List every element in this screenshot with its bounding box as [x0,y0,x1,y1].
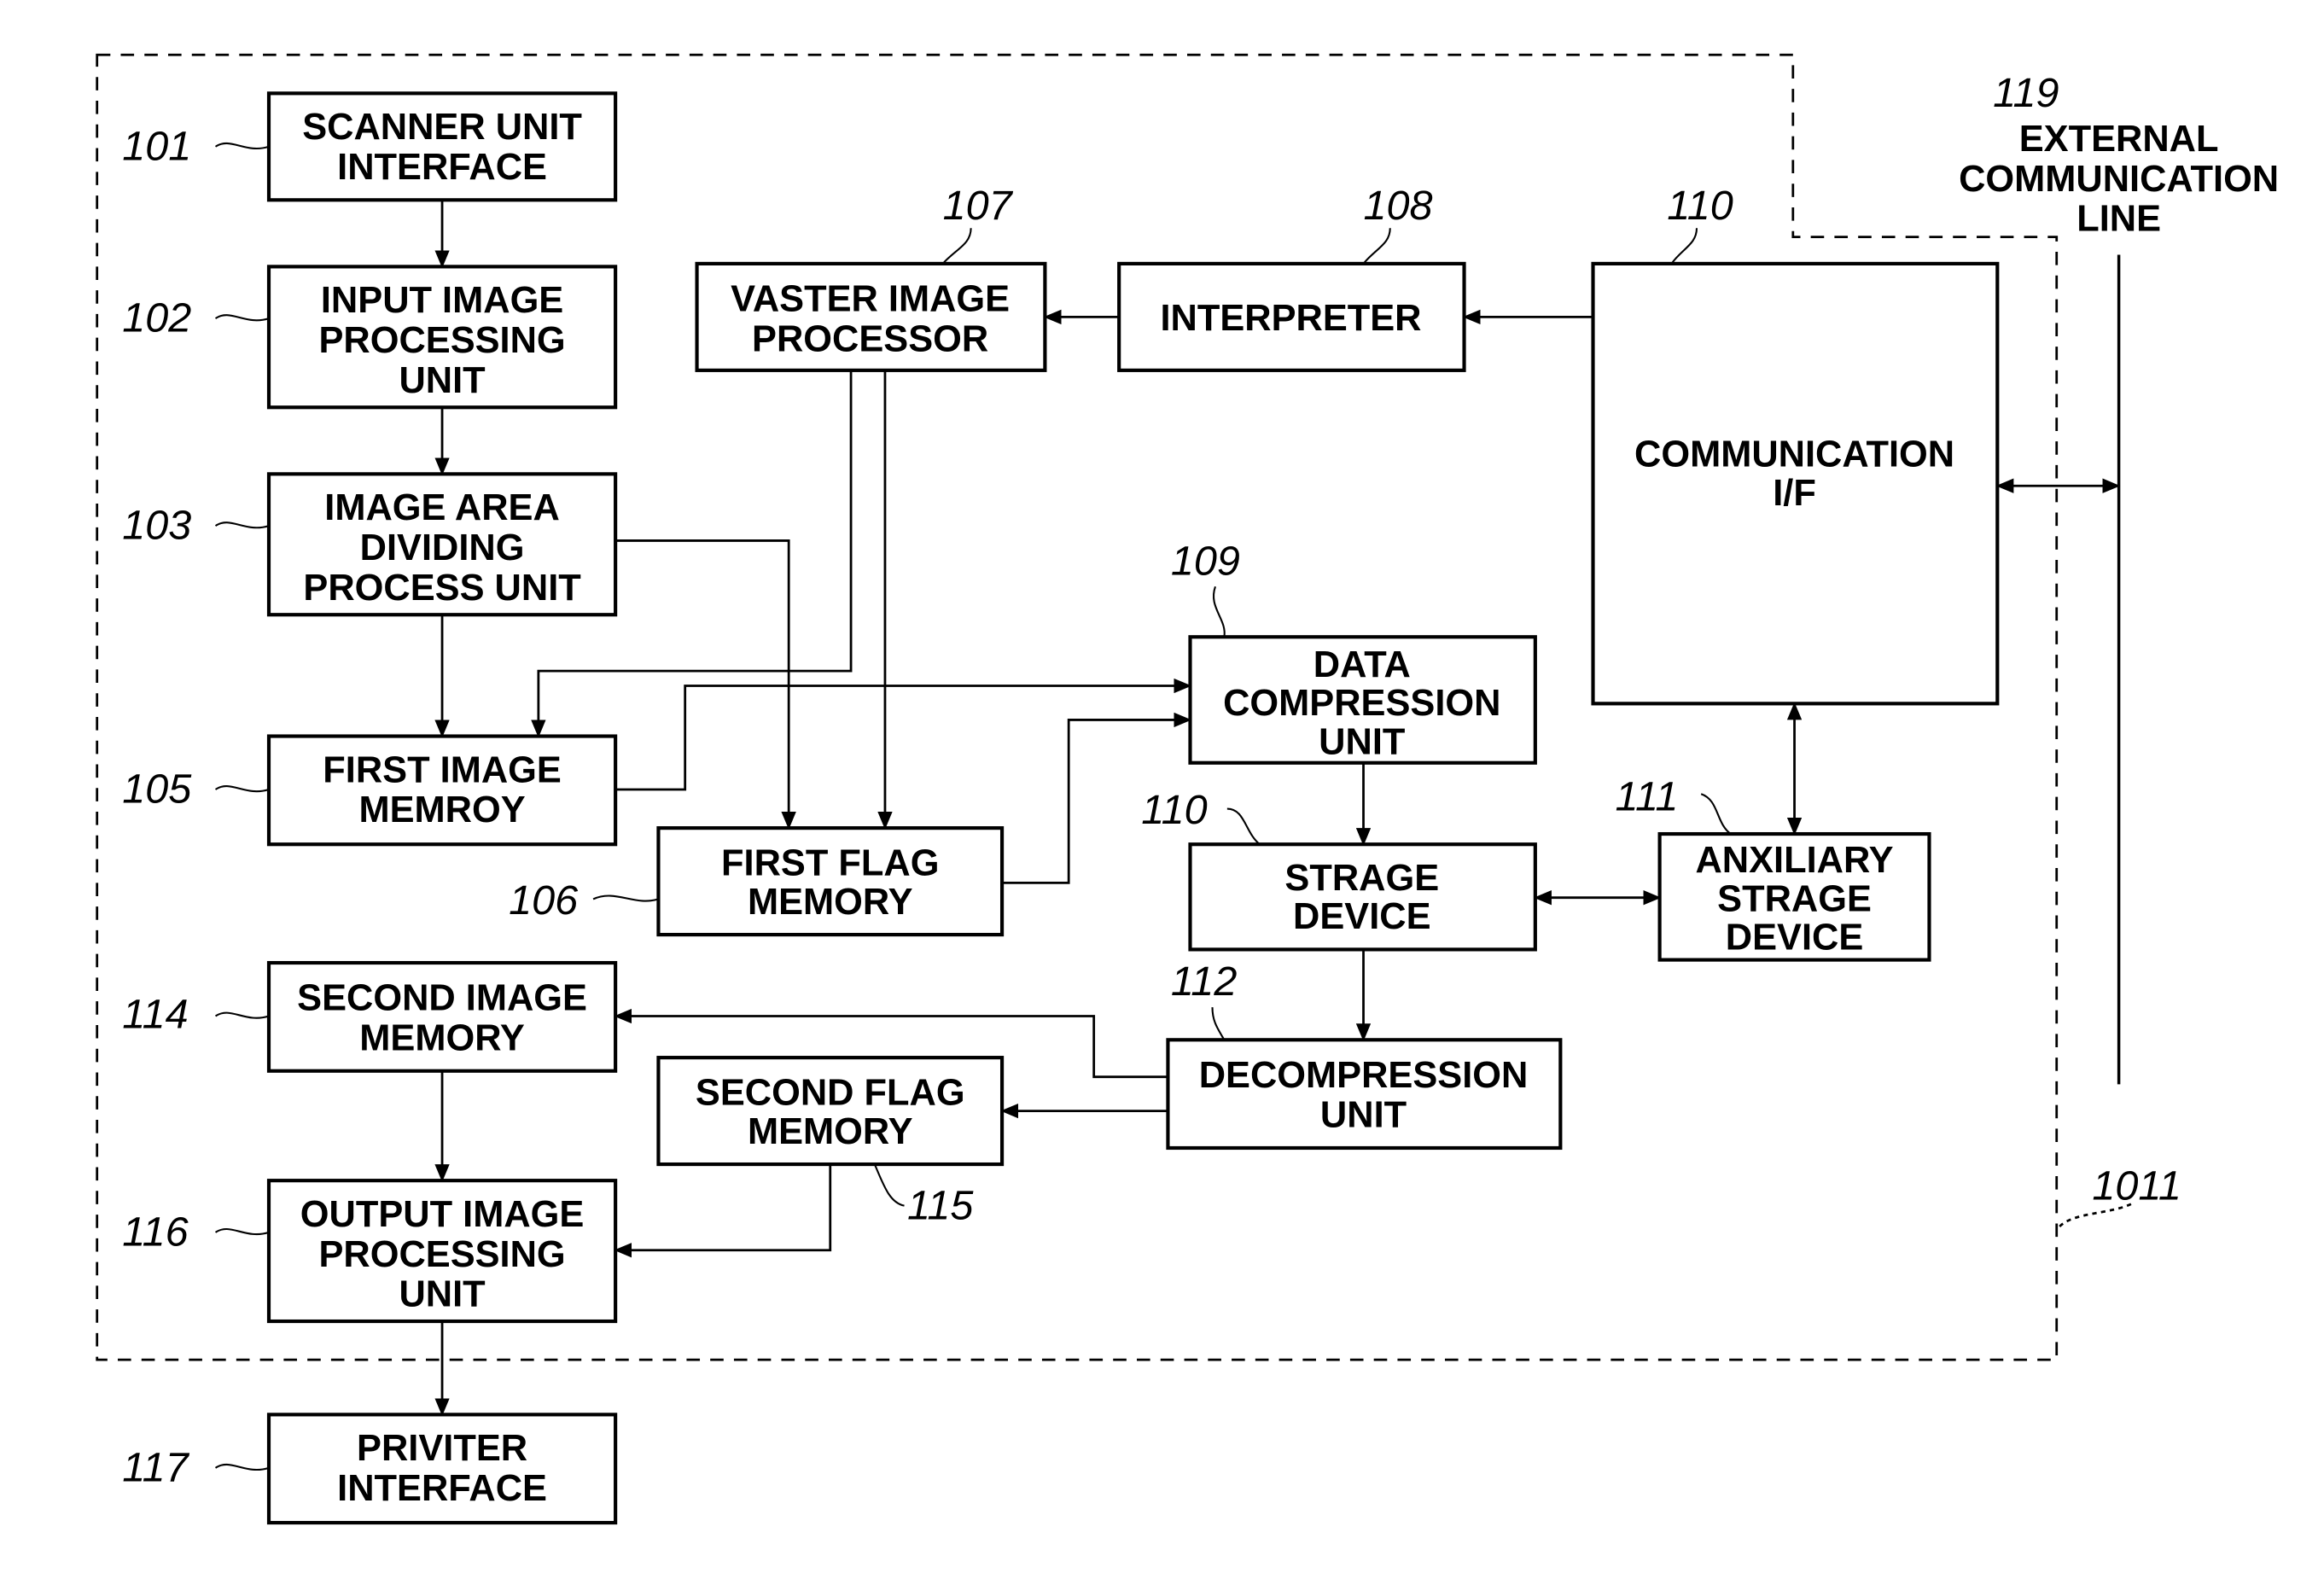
block-label-line: PROCESSING [318,320,565,361]
block-label-line: FIRST FLAG [721,843,939,884]
block-label-line: MEMORY [748,882,913,923]
block-label-line: DATA [1313,644,1411,685]
ref-leader-109 [1213,586,1226,638]
ref-112: 112 [1171,958,1237,1005]
block-label-line: MEMORY [748,1111,913,1152]
ref-leader-115 [873,1163,905,1207]
ref-110-strage: 110 [1141,787,1207,833]
ref-111: 111 [1616,773,1679,819]
block-label-line: COMPRESSION [1223,683,1500,724]
block-label-line: IMAGE AREA [324,487,560,528]
block-label-line: SECOND IMAGE [297,978,587,1019]
apparatus-boundary [96,53,2059,1361]
ref-leader-114 [214,1011,270,1019]
block-label-line: VASTER IMAGE [731,278,1010,319]
block-label-line: PROCESSING [318,1234,565,1275]
block-label-line: UNIT [1320,1095,1407,1136]
block-input-image-processing-unit: INPUT IMAGE PROCESSING UNIT [266,265,618,410]
ref-114: 114 [122,991,188,1037]
external-line-label-3: LINE [2076,199,2161,240]
block-label-line: ANXILIARY [1695,840,1893,881]
block-vaster-image-processor: VASTER IMAGE PROCESSOR [695,261,1047,372]
block-label-line: INTERPRETER [1160,298,1421,339]
ref-110-communication: 110 [1667,183,1733,229]
ref-leader-103 [214,521,270,529]
block-label-line: SCANNER UNIT [302,107,582,148]
ref-117: 117 [122,1444,189,1490]
block-label-line: FIRST IMAGE [323,749,562,790]
block-diagram: 1011 119 EXTERNAL COMMUNICATION LINE SCA… [96,53,2279,1525]
ref-leader-110-communication [1670,228,1698,265]
block-first-flag-memory: FIRST FLAG MEMORY [656,826,1005,937]
block-interpreter: INTERPRETER [1117,261,1466,372]
block-label-line: INTERFACE [337,147,547,188]
block-label-line: OUTPUT IMAGE [300,1194,585,1235]
block-image-area-dividing-process-unit: IMAGE AREA DIVIDING PROCESS UNIT [266,472,618,617]
ref-leader-107 [941,228,972,265]
external-line-label-1: EXTERNAL [2019,119,2219,160]
ref-leader-106 [592,894,659,902]
block-label-line: SECOND FLAG [696,1073,965,1114]
block-label-line: INTERFACE [337,1468,547,1509]
block-label-line: STRAGE [1284,858,1439,899]
ref-115: 115 [907,1182,974,1228]
block-strage-device: STRAGE DEVICE [1188,842,1537,952]
ref-106: 106 [509,877,579,924]
ref-105: 105 [122,766,192,813]
ref-leader-101 [214,142,270,149]
block-label-line: UNIT [399,1274,486,1315]
ref-leader-105 [214,785,270,793]
block-output-image-processing-unit: OUTPUT IMAGE PROCESSING UNIT [266,1179,618,1324]
block-label-line: STRAGE [1717,878,1872,919]
block-label-line: INPUT IMAGE [321,280,563,321]
ref-leader-111 [1700,793,1732,835]
ref-109: 109 [1171,538,1240,584]
ref-102: 102 [122,295,191,341]
block-label-line: DEVICE [1726,917,1864,958]
external-line-label-2: COMMUNICATION [1959,159,2279,200]
block-first-image-memory: FIRST IMAGE MEMROY [266,734,618,847]
ref-1011: 1011 [2092,1163,2181,1209]
block-priviter-interface: PRIVITER INTERFACE [266,1413,618,1525]
block-label-line: DECOMPRESSION [1199,1055,1529,1096]
ref-101: 101 [122,123,191,169]
arrow-115-to-116 [614,1164,832,1258]
block-label-line: UNIT [1319,721,1406,762]
block-label-line: DIVIDING [360,527,525,568]
ref-leader-108 [1362,228,1391,265]
ref-107: 107 [943,183,1014,229]
ref-leader-102 [214,314,270,322]
ref-103: 103 [122,503,191,549]
block-communication-if: COMMUNICATION I/F [1591,261,2000,706]
ref-116: 116 [122,1209,189,1256]
block-scanner-unit-interface: SCANNER UNIT INTERFACE [266,91,618,202]
block-label-line: MEMORY [359,1017,525,1058]
block-label-line: PROCESS UNIT [303,568,581,609]
ref-108: 108 [1364,183,1433,229]
block-label-line: UNIT [399,360,486,401]
block-label-line: PROCESSOR [752,318,988,359]
block-label-line: DEVICE [1293,896,1431,937]
arrow-105-to-109 [615,678,1192,791]
ref-leader-112 [1211,1007,1226,1040]
ref-leader-116 [214,1227,270,1236]
arrow-103-to-106 [615,539,796,830]
block-label-line: I/F [1773,473,1816,514]
block-second-image-memory: SECOND IMAGE MEMORY [266,960,618,1073]
ref-leader-117 [214,1463,270,1471]
block-anxiliary-strage-device: ANXILIARY STRAGE DEVICE [1657,831,1931,962]
block-label-line: COMMUNICATION [1634,434,1954,475]
ref-leader-110-strage [1226,807,1261,846]
block-label-line: PRIVITER [357,1428,527,1469]
block-label-line: MEMROY [358,790,525,830]
block-data-compression-unit: DATA COMPRESSION UNIT [1188,635,1537,765]
ref-119: 119 [1993,70,2059,116]
block-decompression-unit: DECOMPRESSION UNIT [1166,1038,1563,1151]
block-second-flag-memory: SECOND FLAG MEMORY [656,1056,1005,1167]
